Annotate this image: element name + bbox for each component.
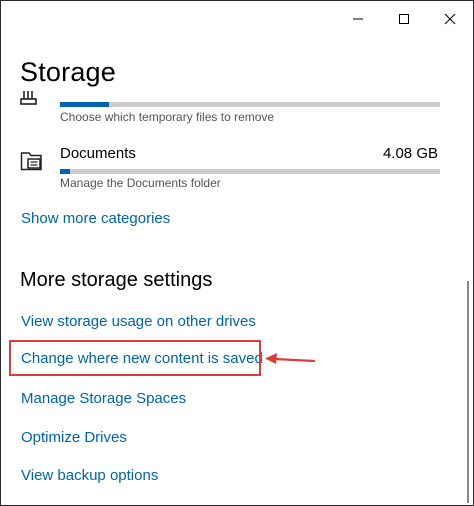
maximize-icon: [399, 14, 409, 24]
documents-size: 4.08 GB: [382, 145, 438, 162]
page-title: Storage: [20, 57, 116, 87]
manage-storage-spaces-link[interactable]: Manage Storage Spaces: [21, 390, 186, 407]
optimize-drives-link[interactable]: Optimize Drives: [21, 429, 127, 446]
highlight-box: [9, 340, 261, 376]
settings-window: Storage Choose which temporary files to …: [0, 0, 474, 506]
temporary-files-usage-fill: [60, 102, 110, 107]
documents-folder-icon: [20, 152, 42, 171]
minimize-icon: [353, 18, 363, 20]
show-more-categories-link[interactable]: Show more categories: [21, 210, 170, 227]
temporary-files-icon: [20, 91, 37, 105]
documents-name: Documents: [60, 145, 136, 162]
documents-description: Manage the Documents folder: [60, 176, 221, 190]
left-arrow-icon: [265, 353, 316, 364]
temporary-files-description: Choose which temporary files to remove: [60, 110, 275, 124]
more-storage-settings-heading: More storage settings: [20, 269, 213, 291]
close-button[interactable]: [427, 1, 473, 37]
close-icon: [444, 13, 456, 25]
view-storage-usage-other-drives-link[interactable]: View storage usage on other drives: [21, 313, 256, 330]
documents-usage-fill: [60, 169, 70, 174]
documents-usage-bar: [60, 169, 440, 174]
scrollbar[interactable]: [467, 281, 469, 503]
maximize-button[interactable]: [381, 1, 427, 37]
temporary-files-usage-bar: [60, 102, 440, 107]
view-backup-options-link[interactable]: View backup options: [21, 467, 158, 484]
title-bar-controls: [335, 1, 473, 37]
minimize-button[interactable]: [335, 1, 381, 37]
